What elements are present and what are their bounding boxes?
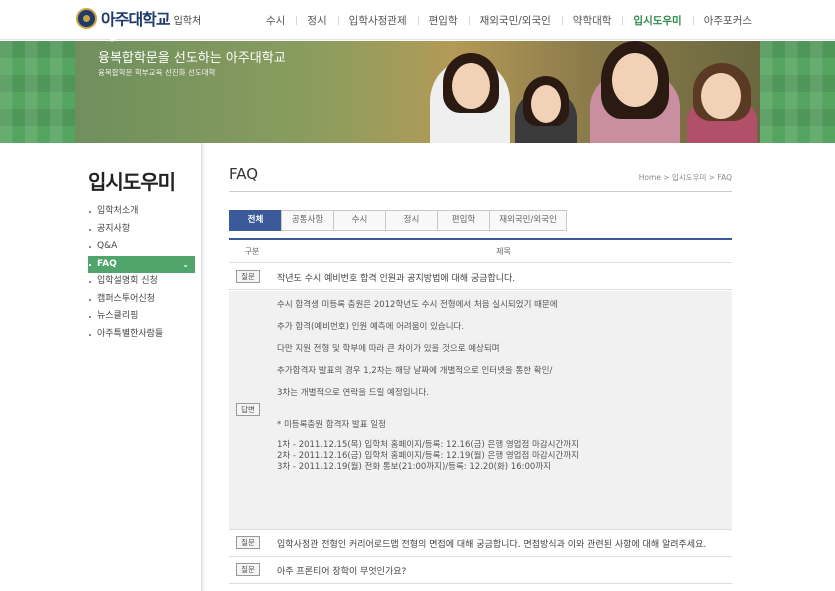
answer-line: 3차는 개별적으로 연락을 드릴 예정입니다. xyxy=(277,388,429,398)
sidebar-item-news-clipping[interactable]: 뉴스클리핑 xyxy=(88,308,195,326)
nav-item-susi[interactable]: 수시 xyxy=(255,13,296,28)
sidebar-item-about[interactable]: 입학처소개 xyxy=(88,203,195,221)
chevron-down-icon: ⌄ xyxy=(182,259,189,269)
student-face xyxy=(701,73,741,119)
banner-title-ko: 융복합학문을 선도하는 아주대학교 xyxy=(98,51,286,66)
sidebar-item-campus-tour[interactable]: 캠퍼스투어신청 xyxy=(88,291,195,309)
answer-line: * 미등록충원 합격자 발표 일정 xyxy=(277,420,386,430)
sidebar-item-notice[interactable]: 공지사항 xyxy=(88,221,195,239)
sidebar: 입시도우미 입학처소개 공지사항 Q&A FAQ ⌄ 입학설명회 신청 캠퍼스투어… xyxy=(75,143,202,591)
nav-item-focus[interactable]: 아주포커스 xyxy=(692,13,763,28)
question-text[interactable]: 아주 프론티어 장학이 무엇인가요? xyxy=(277,564,406,577)
sidebar-item-label: 입학설명회 신청 xyxy=(97,276,158,286)
question-badge: 질문 xyxy=(236,270,260,283)
answer-line: 추가합격자 발표의 경우 1,2차는 해당 날짜에 개별적으로 인터넷을 통한 … xyxy=(277,366,553,376)
table-header: 구분 제목 xyxy=(229,240,732,263)
answer-line: 다만 지원 전형 및 학부에 따라 큰 차이가 있을 것으로 예상되며 xyxy=(277,344,500,354)
nav-item-overseas[interactable]: 재외국민/외국인 xyxy=(468,13,562,28)
sidebar-item-info-session[interactable]: 입학설명회 신청 xyxy=(88,273,195,291)
sidebar-title: 입시도우미 xyxy=(88,170,176,194)
student-face xyxy=(452,63,490,109)
title-divider xyxy=(229,191,732,192)
sidebar-item-faq[interactable]: FAQ ⌄ xyxy=(88,255,195,273)
university-seal-icon xyxy=(76,7,97,29)
sidebar-item-label: 뉴스클리핑 xyxy=(97,311,139,321)
answer-text: 수시 합격생 미등록 충원은 2012학년도 수시 전형에서 처음 실시되었기 … xyxy=(277,298,579,473)
tab-all[interactable]: 전체 xyxy=(229,210,282,231)
sidebar-item-label: 입학처소개 xyxy=(97,206,139,216)
faq-question-row[interactable]: 질문 작년도 수시 예비번호 합격 인원과 공지방법에 대해 궁금합니다. xyxy=(229,264,732,290)
page-title: FAQ xyxy=(229,165,259,183)
answer-line: 3차 - 2011.12.19(월) 전화 통보(21:00까지)/등록: 12… xyxy=(277,462,551,472)
logo-subtitle: 입학처 xyxy=(173,16,202,27)
faq-question-row[interactable]: 질문 입학사정관 전형인 커리어로드맵 전형의 면접에 대해 궁금합니다. 면접… xyxy=(229,531,732,557)
column-header-title: 제목 xyxy=(496,247,511,256)
sidebar-item-label: FAQ xyxy=(97,258,117,269)
sidebar-item-special-people[interactable]: 아주특별한사람들 xyxy=(88,326,195,344)
column-header-category: 구분 xyxy=(244,247,260,256)
faq-question-row[interactable]: 질문 아주 프론티어 장학이 무엇인가요? xyxy=(229,558,732,584)
main-nav: 수시 정시 입학사정관제 편입학 재외국민/외국인 약학대학 입시도우미 아주포… xyxy=(255,0,763,40)
banner-pattern-left xyxy=(0,41,75,143)
answer-line: 1차 - 2011.12.15(목) 입학처 홈페이지/등록: 12.16(금)… xyxy=(277,440,579,450)
answer-spacer xyxy=(277,408,579,418)
breadcrumb: Home > 입시도우미 > FAQ xyxy=(638,173,732,182)
banner-title-en: AJOU xyxy=(98,23,148,43)
sidebar-menu: 입학처소개 공지사항 Q&A FAQ ⌄ 입학설명회 신청 캠퍼스투어신청 뉴스클… xyxy=(88,203,195,343)
tab-overseas[interactable]: 재외국민/외국인 xyxy=(489,210,567,231)
sidebar-item-label: 아주특별한사람들 xyxy=(97,328,164,339)
sidebar-item-label: 공지사항 xyxy=(97,223,131,234)
question-badge: 질문 xyxy=(236,536,260,549)
answer-badge: 답변 xyxy=(236,403,260,416)
answer-line: 2차 - 2011.12.16(금) 입학처 홈페이지/등록: 12.19(월)… xyxy=(277,451,579,461)
sidebar-item-label: Q&A xyxy=(97,241,118,251)
question-text[interactable]: 입학사정관 전형인 커리어로드맵 전형의 면접에 대해 궁금합니다. 면접방식과… xyxy=(277,537,706,550)
question-badge: 질문 xyxy=(236,563,260,576)
sidebar-item-label: 캠퍼스투어신청 xyxy=(97,293,155,304)
sidebar-shadow xyxy=(202,143,206,591)
answer-line: 추가 합격(예비번호) 인원 예측에 어려움이 있습니다. xyxy=(277,322,465,332)
nav-item-helper[interactable]: 입시도우미 xyxy=(622,13,692,28)
nav-item-pharmacy[interactable]: 약학대학 xyxy=(561,13,623,28)
banner-subtitle: 융복합학문 학부교육 선진화 선도대학 xyxy=(98,68,216,77)
nav-item-transfer[interactable]: 편입학 xyxy=(417,13,469,28)
banner-pattern-right xyxy=(760,41,835,143)
question-text[interactable]: 작년도 수시 예비번호 합격 인원과 공지방법에 대해 궁금합니다. xyxy=(277,271,515,284)
nav-item-jeongsi[interactable]: 정시 xyxy=(296,13,337,28)
student-face xyxy=(612,53,658,107)
tab-jeongsi[interactable]: 정시 xyxy=(385,210,438,231)
category-tabs: 전체 공통사항 수시 정시 편입학 재외국민/외국인 xyxy=(229,210,567,231)
faq-answer-row: 답변 수시 합격생 미등록 충원은 2012학년도 수시 전형에서 처음 실시되… xyxy=(229,291,732,530)
tab-common[interactable]: 공통사항 xyxy=(281,210,334,231)
tab-susi[interactable]: 수시 xyxy=(333,210,386,231)
tab-transfer[interactable]: 편입학 xyxy=(437,210,490,231)
student-face xyxy=(531,85,561,123)
nav-item-admissions-officer[interactable]: 입학사정관제 xyxy=(337,13,418,28)
sidebar-item-qna[interactable]: Q&A xyxy=(88,238,195,256)
answer-line: 수시 합격생 미등록 충원은 2012학년도 수시 전형에서 처음 실시되었기 … xyxy=(277,300,558,310)
